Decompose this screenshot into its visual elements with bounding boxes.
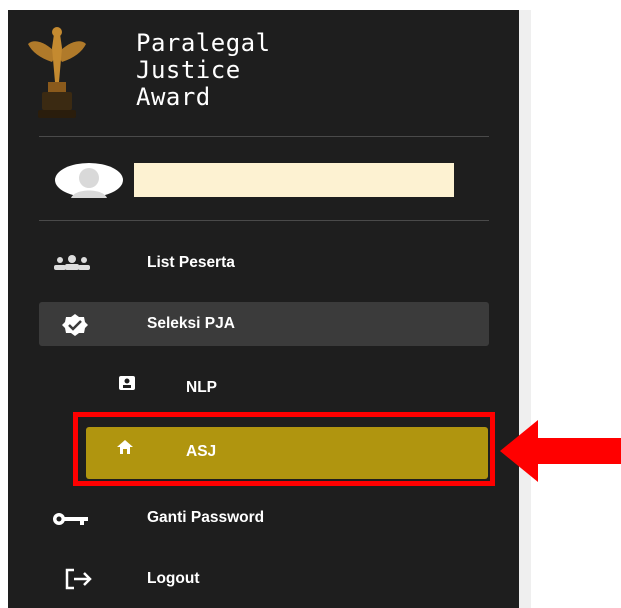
nav-item-logout[interactable]: Logout — [52, 566, 472, 594]
logout-icon — [65, 568, 92, 590]
user-avatar-icon[interactable] — [53, 162, 125, 198]
badge-check-icon — [62, 314, 88, 336]
divider-top — [39, 136, 489, 137]
arrow-left-icon — [500, 420, 621, 482]
brand-title: Paralegal Justice Award — [136, 29, 271, 111]
highlight-box — [73, 412, 495, 486]
nav-label-logout: Logout — [147, 570, 200, 587]
nav-item-seleksi-pja[interactable]: Seleksi PJA — [39, 302, 489, 346]
nav-label-list-peserta: List Peserta — [147, 254, 235, 271]
key-icon — [53, 513, 88, 525]
id-card-icon — [119, 376, 135, 390]
nav-label-nlp: NLP — [186, 379, 217, 396]
nav-item-nlp[interactable]: NLP — [110, 372, 410, 404]
nav-item-ganti-password[interactable]: Ganti Password — [52, 505, 472, 533]
users-icon — [54, 255, 90, 270]
brand: Paralegal Justice Award — [26, 22, 406, 126]
trophy-icon — [28, 27, 86, 118]
nav-label-ganti-password: Ganti Password — [147, 509, 265, 526]
divider-bottom — [39, 220, 489, 221]
user-name — [134, 163, 454, 197]
nav-label-seleksi-pja: Seleksi PJA — [147, 315, 235, 332]
nav-item-list-peserta[interactable]: List Peserta — [52, 250, 472, 278]
sidebar-scroll-edge — [519, 10, 531, 608]
